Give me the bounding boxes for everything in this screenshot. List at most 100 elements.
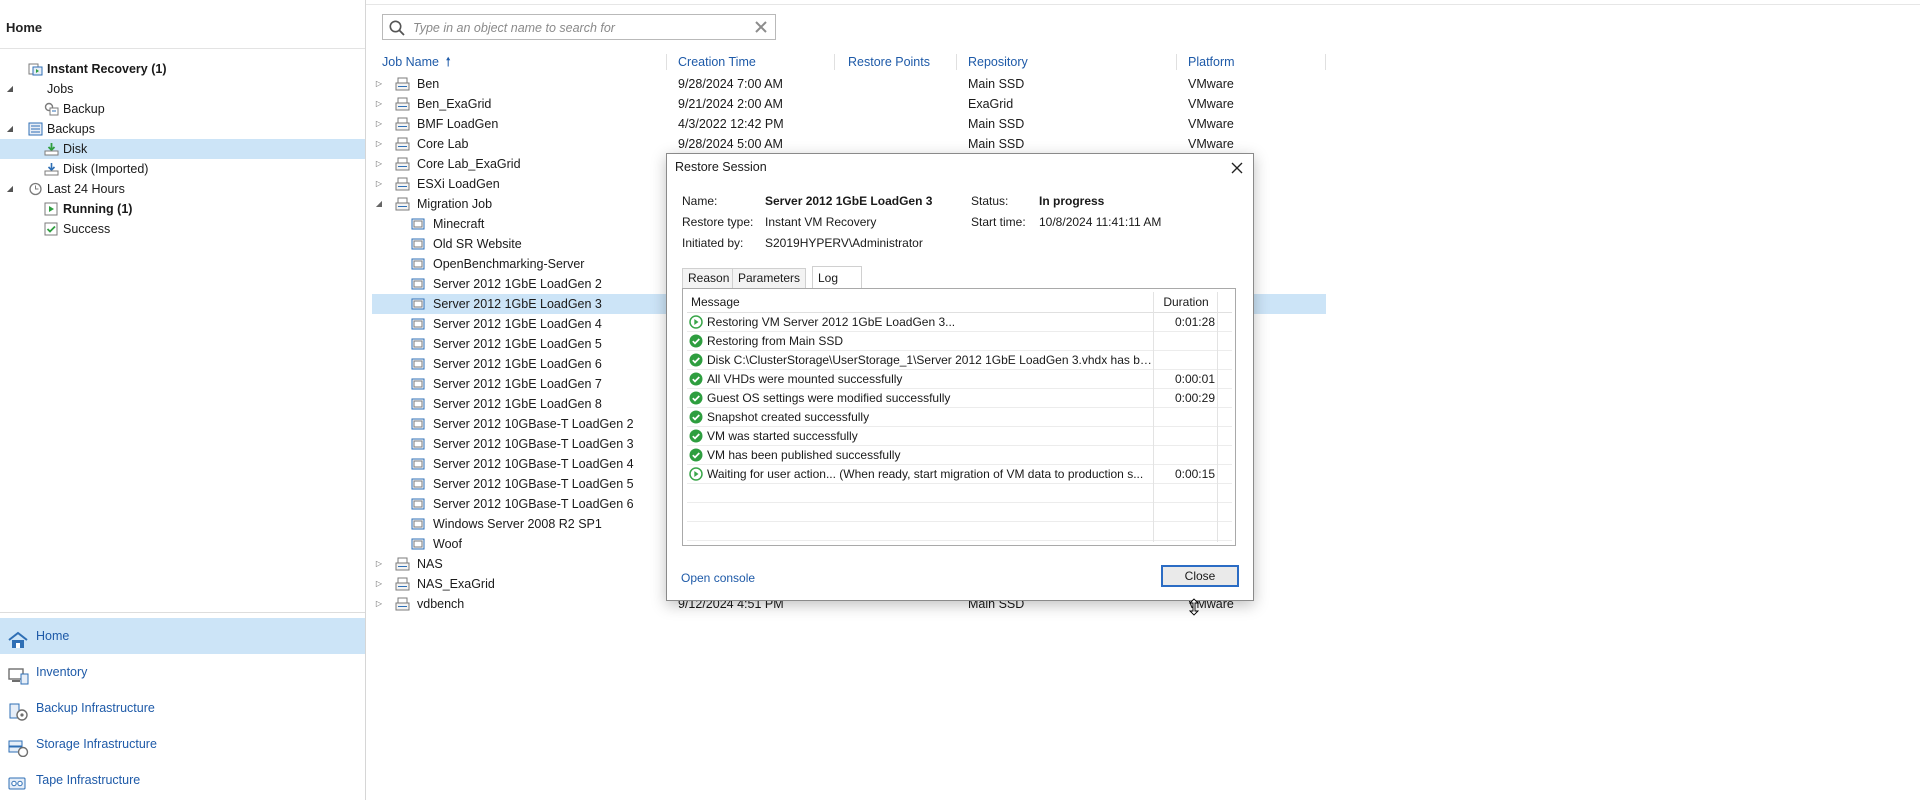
in-progress-icon bbox=[689, 315, 703, 329]
column-platform[interactable]: Platform bbox=[1188, 52, 1235, 72]
column-repository[interactable]: Repository bbox=[968, 52, 1028, 72]
expand-arrow-icon[interactable]: ▷ bbox=[374, 74, 384, 94]
log-row[interactable]: Disk C:\ClusterStorage\UserStorage_1\Ser… bbox=[687, 351, 1232, 370]
log-table: Message Duration Restoring VM Server 201… bbox=[687, 292, 1232, 542]
column-divider[interactable] bbox=[834, 54, 835, 70]
backups-icon bbox=[28, 122, 43, 136]
vm-icon bbox=[411, 397, 426, 411]
collapse-arrow-icon[interactable]: ◢ bbox=[5, 119, 15, 139]
expand-arrow-icon[interactable]: ▷ bbox=[374, 554, 384, 574]
collapse-arrow-icon[interactable]: ◢ bbox=[374, 194, 384, 214]
log-header: Message Duration bbox=[687, 292, 1232, 313]
log-column-message[interactable]: Message bbox=[691, 292, 740, 312]
expand-arrow-icon[interactable]: ▷ bbox=[374, 574, 384, 594]
nav-home[interactable]: Home bbox=[0, 618, 365, 654]
log-message: VM has been published successfully bbox=[707, 448, 901, 462]
nav-inventory[interactable]: Inventory bbox=[0, 654, 365, 690]
job-row[interactable]: ▷ Core Lab 9/28/2024 5:00 AM Main SSD VMware bbox=[372, 134, 1326, 154]
job-row[interactable]: ▷ Ben_ExaGrid 9/21/2024 2:00 AM ExaGrid VMwa… bbox=[372, 94, 1326, 114]
tree-item-disk-imported[interactable]: Disk (Imported) bbox=[0, 159, 365, 179]
tree-item-backups[interactable]: ◢ Backups bbox=[0, 119, 365, 139]
log-column-divider bbox=[1153, 292, 1154, 542]
log-row[interactable]: VM was started successfully bbox=[687, 427, 1232, 446]
expand-arrow-icon[interactable]: ▷ bbox=[374, 174, 384, 194]
open-console-link[interactable]: Open console bbox=[681, 571, 755, 585]
log-row[interactable]: Waiting for user action... (When ready, … bbox=[687, 465, 1232, 484]
log-row[interactable]: All VHDs were mounted successfully 0:00:0… bbox=[687, 370, 1232, 389]
column-divider[interactable] bbox=[666, 54, 667, 70]
job-name-cell: Server 2012 1GbE LoadGen 6 bbox=[433, 357, 602, 371]
vm-icon bbox=[411, 357, 426, 371]
job-name-cell: Server 2012 10GBase-T LoadGen 2 bbox=[433, 417, 634, 431]
collapse-arrow-icon[interactable]: ◢ bbox=[5, 79, 15, 99]
tree-item-jobs[interactable]: ◢ Jobs bbox=[0, 79, 365, 99]
success-icon bbox=[44, 222, 59, 236]
nav-tape-infrastructure[interactable]: Tape Infrastructure bbox=[0, 762, 365, 798]
log-row[interactable]: Restoring VM Server 2012 1GbE LoadGen 3.… bbox=[687, 313, 1232, 332]
log-duration: 0:00:15 bbox=[1174, 467, 1215, 481]
close-icon[interactable] bbox=[1227, 158, 1247, 178]
vm-icon bbox=[411, 297, 426, 311]
name-label: Name: bbox=[682, 194, 718, 208]
log-row[interactable]: Snapshot created successfully bbox=[687, 408, 1232, 427]
tree-item-instant-recovery-1[interactable]: Instant Recovery (1) bbox=[0, 59, 365, 79]
tree-item-running-1[interactable]: Running (1) bbox=[0, 199, 365, 219]
platform-cell: VMware bbox=[1188, 77, 1234, 91]
collapse-arrow-icon[interactable]: ◢ bbox=[5, 179, 15, 199]
column-divider[interactable] bbox=[1325, 54, 1326, 70]
log-row[interactable]: Restoring from Main SSD bbox=[687, 332, 1232, 351]
tab-reason[interactable]: Reason bbox=[682, 268, 736, 288]
log-row[interactable]: VM has been published successfully bbox=[687, 446, 1232, 465]
backup-job-icon bbox=[44, 102, 59, 116]
log-column-duration[interactable]: Duration bbox=[1157, 292, 1215, 312]
success-check-icon bbox=[689, 334, 703, 348]
tab-parameters[interactable]: Parameters bbox=[732, 268, 807, 288]
nav-divider bbox=[0, 612, 365, 613]
tree-item-label: Disk bbox=[63, 142, 88, 156]
tree-item-success[interactable]: Success bbox=[0, 219, 365, 239]
nav-storage-infrastructure[interactable]: Storage Infrastructure bbox=[0, 726, 365, 762]
job-icon bbox=[395, 177, 410, 191]
creation-time-cell: 9/21/2024 2:00 AM bbox=[678, 97, 783, 111]
job-icon bbox=[395, 117, 410, 131]
initiated-by-value: S2019HYPERV\Administrator bbox=[765, 236, 923, 250]
job-name-cell: Server 2012 1GbE LoadGen 3 bbox=[433, 297, 602, 311]
job-row[interactable]: ▷ BMF LoadGen 4/3/2022 12:42 PM Main SSD VMw… bbox=[372, 114, 1326, 134]
column-restore-points[interactable]: Restore Points bbox=[848, 52, 930, 72]
log-message: VM was started successfully bbox=[707, 429, 858, 443]
repository-cell: Main SSD bbox=[968, 137, 1025, 151]
tree-item-label: Last 24 Hours bbox=[47, 182, 125, 196]
tree-item-last-24-hours[interactable]: ◢ Last 24 Hours bbox=[0, 179, 365, 199]
close-button[interactable]: Close bbox=[1161, 565, 1239, 587]
success-check-icon bbox=[689, 429, 703, 443]
log-duration: 0:01:28 bbox=[1174, 315, 1215, 329]
column-creation-time[interactable]: Creation Time bbox=[678, 52, 756, 72]
job-name-cell: Server 2012 1GbE LoadGen 7 bbox=[433, 377, 602, 391]
backup-infrastructure-icon bbox=[7, 699, 29, 721]
job-row[interactable]: ▷ Ben 9/28/2024 7:00 AM Main SSD VMware bbox=[372, 74, 1326, 94]
search-input[interactable] bbox=[411, 17, 745, 39]
job-icon bbox=[395, 97, 410, 111]
tree-item-label: Running (1) bbox=[63, 202, 133, 216]
nav-backup-infrastructure[interactable]: Backup Infrastructure bbox=[0, 690, 365, 726]
column-job-name[interactable]: Job Name 🠕 bbox=[382, 52, 451, 72]
tab-log[interactable]: Log bbox=[812, 266, 862, 288]
clear-search-icon[interactable] bbox=[752, 18, 770, 36]
expand-arrow-icon[interactable]: ▷ bbox=[374, 134, 384, 154]
success-check-icon bbox=[689, 353, 703, 367]
job-name-cell: Server 2012 10GBase-T LoadGen 3 bbox=[433, 437, 634, 451]
nav-label: Home bbox=[36, 629, 70, 643]
tree-item-backup[interactable]: Backup bbox=[0, 99, 365, 119]
expand-arrow-icon[interactable]: ▷ bbox=[374, 94, 384, 114]
tree-item-disk[interactable]: Disk bbox=[0, 139, 365, 159]
expand-arrow-icon[interactable]: ▷ bbox=[374, 594, 384, 614]
expand-arrow-icon[interactable]: ▷ bbox=[374, 114, 384, 134]
vm-icon bbox=[411, 437, 426, 451]
column-divider[interactable] bbox=[956, 54, 957, 70]
log-row[interactable]: Guest OS settings were modified successf… bbox=[687, 389, 1232, 408]
log-row bbox=[687, 503, 1232, 522]
restore-type-label: Restore type: bbox=[682, 215, 754, 229]
expand-arrow-icon[interactable]: ▷ bbox=[374, 154, 384, 174]
log-panel: Message Duration Restoring VM Server 201… bbox=[682, 288, 1236, 546]
column-divider[interactable] bbox=[1176, 54, 1177, 70]
